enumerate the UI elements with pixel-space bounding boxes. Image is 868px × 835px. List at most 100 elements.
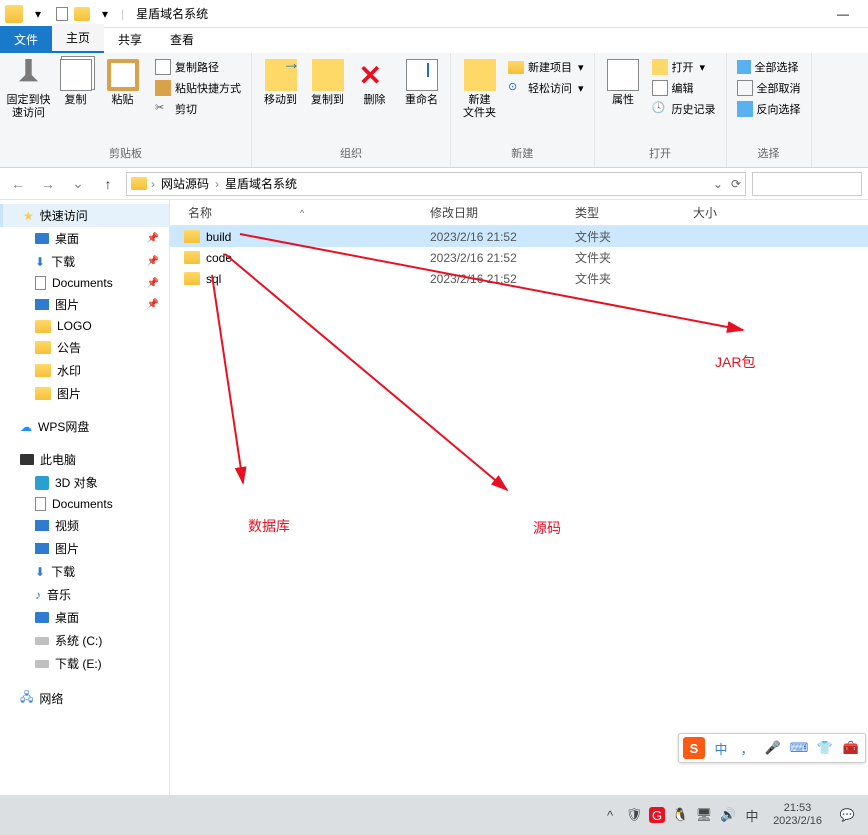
sidebar-desktop2[interactable]: 桌面	[0, 606, 169, 629]
sidebar-pictures[interactable]: 图片📌	[0, 293, 169, 316]
sidebar-quick-access[interactable]: ★快速访问	[0, 204, 169, 227]
ime-zhong-button[interactable]: 中	[711, 738, 731, 758]
col-type[interactable]: 类型	[575, 204, 693, 221]
tab-view[interactable]: 查看	[156, 26, 208, 53]
pin-indicator-icon: 📌	[147, 256, 159, 267]
sidebar-wps[interactable]: ☁WPS网盘	[0, 415, 169, 438]
ime-toolbar[interactable]: S 中 ， 🎤 ⌨ 👕 🧰	[678, 733, 866, 763]
sidebar-docs2[interactable]: Documents	[0, 494, 169, 514]
annotation-jar: JAR包	[715, 352, 755, 372]
address-drop-icon[interactable]: ⌄	[713, 177, 723, 191]
sidebar-dl2[interactable]: ⬇下载	[0, 560, 169, 583]
sidebar-watermark[interactable]: 水印	[0, 359, 169, 382]
file-name: code	[206, 251, 232, 265]
ime-logo-icon[interactable]: S	[683, 737, 705, 759]
qat-drop-icon[interactable]: ▾	[27, 3, 49, 25]
tab-share[interactable]: 共享	[104, 26, 156, 53]
col-name[interactable]: 名称^	[170, 204, 430, 221]
tray-defender-icon[interactable]: 🛡	[625, 806, 643, 824]
sidebar-pics3[interactable]: 图片	[0, 537, 169, 560]
ribbon: 固定到快 速访问 复制 粘贴 复制路径 粘贴快捷方式 ✂剪切 剪贴板 移动到 复…	[0, 53, 868, 168]
sidebar-video[interactable]: 视频	[0, 514, 169, 537]
pin-to-quick-access-button[interactable]: 固定到快 速访问	[6, 57, 51, 122]
sidebar-notice[interactable]: 公告	[0, 336, 169, 359]
delete-button[interactable]: ✕删除	[352, 57, 397, 109]
sidebar-this-pc[interactable]: 此电脑	[0, 448, 169, 471]
tab-file[interactable]: 文件	[0, 26, 52, 53]
ime-keyboard-icon[interactable]: ⌨	[789, 738, 809, 758]
group-clipboard-label: 剪贴板	[6, 143, 245, 163]
copy-path-button[interactable]: 复制路径	[151, 57, 245, 77]
col-date[interactable]: 修改日期	[430, 204, 575, 221]
copy-button[interactable]: 复制	[53, 57, 98, 109]
tray-qq-icon[interactable]: 🐧	[671, 806, 689, 824]
file-row[interactable]: build2023/2/16 21:52文件夹	[170, 226, 868, 247]
open-button[interactable]: 打开▾	[648, 57, 720, 77]
sidebar-downloads[interactable]: ⬇下载📌	[0, 250, 169, 273]
ribbon-tabs: 文件 主页 共享 查看	[0, 28, 868, 53]
column-headers: 名称^ 修改日期 类型 大小	[170, 200, 868, 226]
sidebar-desktop[interactable]: 桌面📌	[0, 227, 169, 250]
file-date: 2023/2/16 21:52	[430, 272, 575, 286]
back-button[interactable]: ←	[6, 172, 30, 196]
new-folder-button[interactable]: 新建 文件夹	[457, 57, 502, 122]
folder-icon	[184, 272, 200, 285]
taskbar-clock[interactable]: 21:53 2023/2/16	[767, 802, 828, 828]
select-none-button[interactable]: 全部取消	[733, 78, 805, 98]
sidebar-network[interactable]: 🖧网络	[0, 685, 169, 712]
sidebar-music[interactable]: ♪音乐	[0, 583, 169, 606]
tray-network-icon[interactable]: 🖥	[695, 806, 713, 824]
address-field[interactable]: › 网站源码 › 星盾域名系统 ⌄ ⟳	[126, 172, 746, 196]
pic-icon	[35, 299, 49, 310]
ime-mic-icon[interactable]: 🎤	[763, 738, 783, 758]
history-button[interactable]: 🕓历史记录	[648, 99, 720, 119]
refresh-button[interactable]: ⟳	[731, 177, 741, 191]
sidebar-dldrive[interactable]: 下载 (E:)	[0, 652, 169, 675]
new-item-button[interactable]: 新建项目▾	[504, 57, 588, 77]
paste-shortcut-button[interactable]: 粘贴快捷方式	[151, 78, 245, 98]
properties-button[interactable]: 属性	[601, 57, 646, 109]
crumb-b[interactable]: 星盾域名系统	[223, 175, 299, 192]
col-size[interactable]: 大小	[693, 204, 773, 221]
up-button[interactable]: ↑	[96, 172, 120, 196]
easy-access-button[interactable]: ⊙轻松访问▾	[504, 78, 588, 98]
qat-drop2-icon[interactable]: ▾	[94, 3, 116, 25]
ime-punct-icon[interactable]: ，	[737, 738, 757, 758]
file-row[interactable]: code2023/2/16 21:52文件夹	[170, 247, 868, 268]
paste-button[interactable]: 粘贴	[100, 57, 145, 109]
sidebar-3d[interactable]: 3D 对象	[0, 471, 169, 494]
ime-toolbox-icon[interactable]: 🧰	[841, 738, 861, 758]
search-input[interactable]	[752, 172, 862, 196]
rename-icon	[406, 59, 438, 91]
minimize-button[interactable]: —	[823, 0, 863, 28]
forward-button[interactable]: →	[36, 172, 60, 196]
qat-props-icon[interactable]	[51, 3, 73, 25]
invert-selection-button[interactable]: 反向选择	[733, 99, 805, 119]
file-date: 2023/2/16 21:52	[430, 251, 575, 265]
tray-volume-icon[interactable]: 🔊	[719, 806, 737, 824]
qat-folder-icon[interactable]	[74, 7, 90, 21]
crumb-a[interactable]: 网站源码	[159, 175, 211, 192]
tray-up-icon[interactable]: ^	[601, 806, 619, 824]
cut-button[interactable]: ✂剪切	[151, 99, 245, 119]
sidebar-documents[interactable]: Documents📌	[0, 273, 169, 293]
edit-button[interactable]: 编辑	[648, 78, 720, 98]
file-row[interactable]: sql2023/2/16 21:52文件夹	[170, 268, 868, 289]
sidebar-pictures2[interactable]: 图片	[0, 382, 169, 405]
move-to-button[interactable]: 移动到	[258, 57, 303, 109]
3d-icon	[35, 476, 49, 490]
annotation-db: 数据库	[248, 516, 290, 536]
tray-ime-icon[interactable]: 中	[743, 806, 761, 824]
tray-app-icon[interactable]: G	[649, 807, 665, 823]
select-all-button[interactable]: 全部选择	[733, 57, 805, 77]
ime-skin-icon[interactable]: 👕	[815, 738, 835, 758]
titlebar: ▾ ▾ | 星盾域名系统 —	[0, 0, 868, 28]
sidebar-logo[interactable]: LOGO	[0, 316, 169, 336]
doc-icon	[35, 497, 46, 511]
tab-home[interactable]: 主页	[52, 24, 104, 53]
copy-to-button[interactable]: 复制到	[305, 57, 350, 109]
recent-button[interactable]: ⌄	[66, 172, 90, 196]
sidebar-sysdrive[interactable]: 系统 (C:)	[0, 629, 169, 652]
notification-icon[interactable]: 💬	[834, 802, 860, 828]
rename-button[interactable]: 重命名	[399, 57, 444, 109]
